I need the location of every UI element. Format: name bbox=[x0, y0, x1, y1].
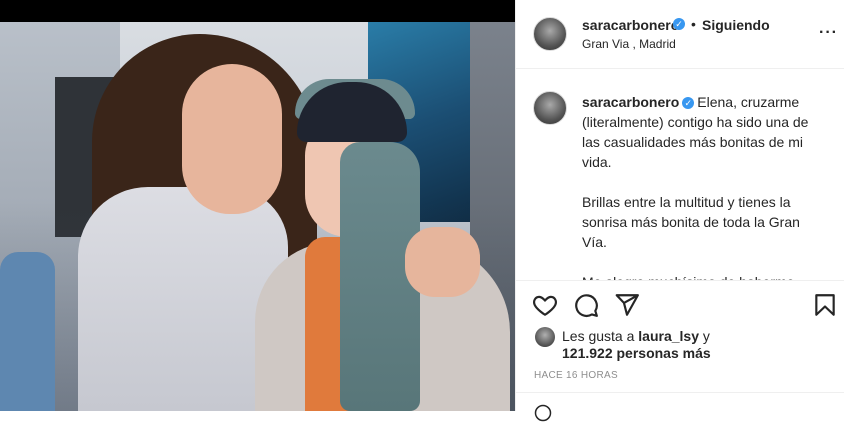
divider bbox=[516, 392, 844, 393]
header-username[interactable]: saracarbonero bbox=[582, 17, 679, 33]
following-button[interactable]: Siguiendo bbox=[702, 17, 770, 33]
caption-avatar[interactable] bbox=[533, 91, 567, 125]
caption-paragraph: Me alegro muchísimo de haberme bbox=[582, 272, 827, 280]
woman-left-face bbox=[182, 64, 282, 214]
caption-section: saracarbonero ✓ Elena, cruzarme (literalme… bbox=[516, 69, 844, 281]
caption-text: saracarbonero ✓ Elena, cruzarme (literalme… bbox=[582, 92, 827, 280]
post-timestamp[interactable]: HACE 16 HORAS bbox=[534, 370, 618, 381]
liker-username[interactable]: laura_lsy bbox=[638, 328, 699, 344]
verified-badge-icon: ✓ bbox=[682, 97, 695, 109]
location-link[interactable]: Gran Via , Madrid bbox=[582, 37, 676, 51]
post-photo[interactable] bbox=[0, 0, 515, 411]
caption-paragraph: Brillas entre la multitud y tienes la so… bbox=[582, 194, 800, 250]
avatar[interactable] bbox=[533, 17, 567, 51]
likes-line: Les gusta a laura_lsy y bbox=[562, 328, 710, 344]
likes-summary: Les gusta a laura_lsy y 121.922 personas… bbox=[516, 324, 844, 364]
post-side-panel: saracarbonero ✓ • Siguiendo Gran Via , M… bbox=[515, 0, 844, 422]
caption-paragraph: saracarbonero ✓ Elena, cruzarme (literalme… bbox=[582, 92, 827, 172]
emoji-icon[interactable] bbox=[534, 404, 552, 422]
likes-connector: y bbox=[702, 328, 710, 344]
bookmark-icon[interactable] bbox=[812, 292, 838, 318]
avatar[interactable] bbox=[535, 327, 555, 347]
more-options-icon[interactable]: ··· bbox=[819, 24, 838, 42]
verified-badge-icon: ✓ bbox=[673, 18, 685, 30]
paper-plane-icon[interactable] bbox=[614, 292, 640, 318]
likes-count[interactable]: 121.922 personas más bbox=[562, 345, 711, 361]
comment-icon[interactable] bbox=[573, 292, 599, 318]
separator-dot: • bbox=[691, 16, 696, 32]
hand-on-shoulder bbox=[405, 227, 480, 297]
post-header: saracarbonero ✓ • Siguiendo Gran Via , M… bbox=[516, 0, 844, 69]
photo-scene bbox=[0, 22, 515, 411]
likes-prefix: Les gusta a bbox=[562, 328, 635, 344]
bystander bbox=[0, 252, 55, 411]
caption-username[interactable]: saracarbonero bbox=[582, 94, 679, 110]
heart-icon[interactable] bbox=[532, 292, 558, 318]
